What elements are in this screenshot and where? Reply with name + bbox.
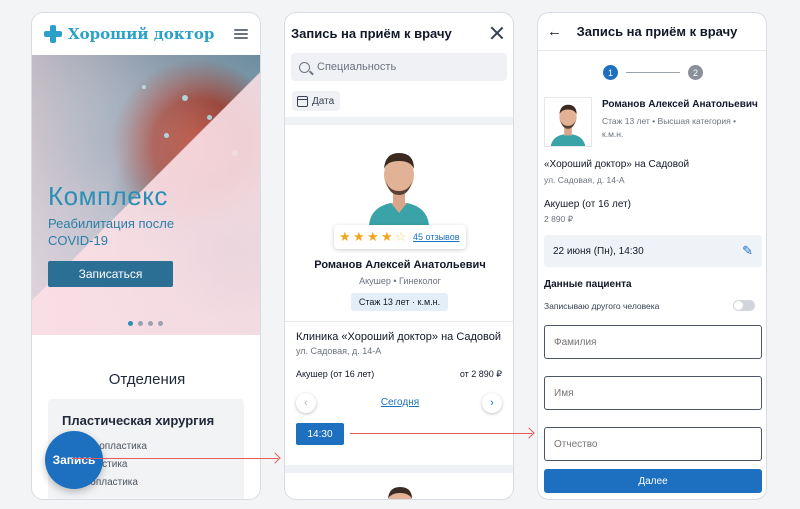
- service-name: Акушер (от 16 лет): [544, 199, 631, 210]
- logo[interactable]: Хороший доктор: [44, 25, 214, 43]
- rating-badge: ★ ★ ★ ★ ☆ 45 отзывов: [334, 225, 466, 249]
- calendar-icon: [297, 95, 308, 107]
- star-icon: ★: [339, 229, 351, 244]
- doctor-specialty: Акушер • Гинеколог: [359, 276, 441, 286]
- modal-header: ← Запись на приём к врачу: [538, 13, 766, 51]
- step-2: 2: [688, 65, 703, 80]
- arrow-left-icon[interactable]: ←: [547, 23, 567, 40]
- divider: [285, 321, 513, 322]
- next-button[interactable]: Далее: [544, 469, 762, 493]
- doctor-name: Романов Алексей Анатольевич: [602, 99, 758, 110]
- datetime-value: 22 июня (Пн), 14:30: [553, 245, 644, 257]
- patient-section-title: Данные пациента: [544, 279, 632, 290]
- date-chip-label: Дата: [312, 95, 335, 107]
- hero-subtitle: Реабилитация после COVID-19: [48, 216, 175, 248]
- logo-text: Хороший доктор: [68, 25, 215, 43]
- name-field[interactable]: [544, 376, 762, 410]
- carousel-dot[interactable]: [148, 321, 153, 326]
- stage: Хороший доктор Комплекс Реабилитация пос…: [0, 0, 800, 509]
- carousel-dot[interactable]: [158, 321, 163, 326]
- clinic-name: «Хороший доктор» на Садовой: [544, 159, 690, 170]
- specialty-search-input[interactable]: Специальность: [291, 53, 507, 81]
- doctor-photo: [351, 141, 447, 225]
- star-icon: ★: [353, 229, 365, 244]
- modal-title: Запись на приём к врачу: [576, 24, 738, 39]
- service-price: 2 890 ₽: [544, 214, 574, 224]
- star-outline-icon: ☆: [395, 229, 407, 244]
- other-person-label: Записываю другого человека: [544, 301, 660, 311]
- flow-arrow-1: [72, 458, 278, 459]
- service-price: от 2 890 ₽: [459, 369, 502, 379]
- step-1: 1: [603, 65, 618, 80]
- surname-field[interactable]: [544, 325, 762, 359]
- search-placeholder: Специальность: [317, 61, 397, 73]
- service-name: Акушер (от 16 лет): [296, 369, 375, 379]
- star-icon: ★: [381, 229, 393, 244]
- clinic-address: ул. Садовая, д. 14-А: [544, 175, 625, 185]
- search-icon: [299, 61, 310, 73]
- hero-title: Комплекс: [48, 181, 168, 211]
- section-title: Отделения: [108, 371, 186, 388]
- medical-cross-icon: [44, 25, 62, 43]
- phone-home-screen: Хороший доктор Комплекс Реабилитация пос…: [31, 12, 261, 500]
- modal-title: Запись на приём к врачу: [291, 25, 452, 41]
- time-slot-button[interactable]: 14:30: [296, 423, 344, 445]
- close-icon[interactable]: [490, 26, 504, 40]
- patronymic-field[interactable]: [544, 427, 762, 461]
- chevron-right-icon[interactable]: ›: [482, 393, 502, 413]
- clinic-name: Клиника «Хороший доктор» на Садовой: [296, 331, 502, 343]
- phone-booking-form: ← Запись на приём к врачу 1 2 Романов Ал…: [537, 12, 767, 500]
- experience-badge: Стаж 13 лет · к.м.н.: [351, 293, 448, 311]
- other-person-toggle[interactable]: [733, 300, 755, 311]
- carousel-dot[interactable]: [128, 321, 133, 326]
- modal-header: Запись на приём к врачу: [285, 13, 513, 53]
- hero-signup-button[interactable]: Записаться: [48, 261, 173, 287]
- divider: [285, 117, 513, 125]
- hero-banner: Комплекс Реабилитация после COVID-19 Зап…: [32, 55, 260, 335]
- phone-doctor-list: Запись на приём к врачу Специальность Да…: [284, 12, 514, 500]
- app-header: Хороший доктор: [32, 13, 260, 55]
- appointment-fab[interactable]: Запись: [45, 431, 103, 489]
- flow-arrow-2: [350, 433, 532, 434]
- doctor-photo: [544, 97, 592, 147]
- carousel-dots[interactable]: [128, 321, 163, 326]
- menu-icon[interactable]: [234, 29, 248, 39]
- divider: [285, 465, 513, 473]
- carousel-dot[interactable]: [138, 321, 143, 326]
- pencil-icon[interactable]: ✎: [742, 243, 753, 259]
- star-icon: ★: [367, 229, 379, 244]
- doctor-photo: [388, 487, 412, 499]
- doctor-meta: Стаж 13 лет • Высшая категория • к.м.н.: [602, 116, 737, 139]
- date-filter-chip[interactable]: Дата: [292, 91, 340, 111]
- appointment-datetime[interactable]: 22 июня (Пн), 14:30 ✎: [544, 235, 762, 267]
- today-link[interactable]: Сегодня: [285, 397, 513, 408]
- department-title: Пластическая хирургия: [62, 413, 215, 428]
- reviews-link[interactable]: 45 отзывов: [413, 232, 460, 242]
- stepper: 1 2: [603, 65, 703, 81]
- doctor-name: Романов Алексей Анатольевич: [314, 259, 486, 271]
- clinic-address: ул. Садовая, д. 14-А: [296, 346, 382, 356]
